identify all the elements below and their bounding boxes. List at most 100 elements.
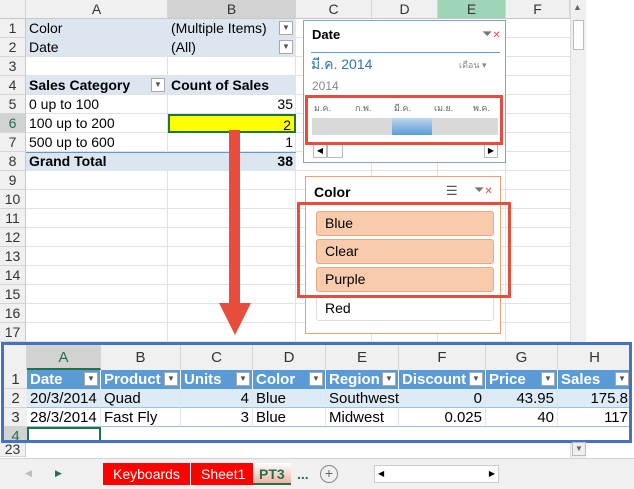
row-header[interactable]: 2	[0, 38, 26, 57]
active-cell[interactable]	[27, 427, 101, 440]
row-header[interactable]: 6	[0, 114, 26, 133]
table-header-color[interactable]: Color ▼	[253, 370, 326, 389]
select-all[interactable]	[4, 345, 27, 370]
table-cell[interactable]: Quad	[101, 389, 181, 408]
table-cell[interactable]: 4	[181, 389, 253, 408]
table-cell[interactable]: Blue	[253, 408, 326, 427]
row-header[interactable]: 7	[0, 133, 26, 152]
filter-dropdown-icon[interactable]: ▼	[84, 372, 98, 386]
table-cell[interactable]: 3	[181, 408, 253, 427]
filter-dropdown-icon[interactable]: ▼	[615, 372, 629, 386]
row-header[interactable]: 3	[0, 57, 26, 76]
header-label: Product	[104, 371, 161, 388]
col-header-a[interactable]: A	[26, 0, 168, 19]
table-cell[interactable]: 117	[558, 408, 629, 427]
add-sheet-icon[interactable]: +	[320, 465, 338, 483]
filter-icon[interactable]: ▼	[279, 21, 293, 35]
row-header[interactable]: 12	[0, 228, 26, 247]
table-cell[interactable]: 175.8	[558, 389, 629, 408]
table-cell[interactable]: 20/3/2014	[27, 389, 101, 408]
row-header[interactable]: 3	[4, 408, 27, 427]
row-header[interactable]: 1	[0, 19, 26, 38]
table-cell[interactable]: Midwest	[326, 408, 399, 427]
clear-filter-icon[interactable]: ⏷✕	[474, 182, 493, 198]
row-header[interactable]: 5	[0, 95, 26, 114]
next-sheet-icon[interactable]: ▶	[55, 468, 62, 479]
clear-filter-icon[interactable]: ⏷✕	[482, 26, 501, 42]
filter-dropdown-icon[interactable]: ▼	[309, 372, 323, 386]
row-header[interactable]: 9	[0, 171, 26, 190]
table-header-product[interactable]: Product ▼	[101, 370, 181, 389]
table-cell[interactable]: Fast Fly	[101, 408, 181, 427]
table-cell[interactable]: 43.95	[486, 389, 558, 408]
row-header[interactable]: 14	[0, 266, 26, 285]
table-header-region[interactable]: Region ▼	[326, 370, 399, 389]
filter-dropdown-icon[interactable]: ▼	[236, 372, 250, 386]
header-label: Region	[329, 371, 380, 388]
slicer-item-red[interactable]: Red	[316, 296, 494, 321]
row-header[interactable]: 17	[0, 323, 26, 342]
scroll-down-icon[interactable]: ▼	[572, 442, 586, 456]
sheet-tab-sheet1[interactable]: Sheet1	[191, 463, 256, 485]
table-cell[interactable]: Southwest	[326, 389, 399, 408]
drilldown-table-window[interactable]: A B C D E F G H 1 2 3 4 Date ▼ Product ▼ Units ▼ Color ▼ Reg…	[1, 342, 632, 443]
col-header-e[interactable]: E	[326, 345, 399, 370]
col-header-b[interactable]: B	[168, 0, 296, 19]
table-cell[interactable]: 0.025	[399, 408, 486, 427]
col-header-c[interactable]: C	[181, 345, 253, 370]
col-header-d[interactable]: D	[253, 345, 326, 370]
table-header-units[interactable]: Units ▼	[181, 370, 253, 389]
horizontal-scrollbar[interactable]: ◀ ▶	[374, 465, 499, 483]
col-header-e[interactable]: E	[438, 0, 506, 19]
table-header-sales[interactable]: Sales ▼	[558, 370, 629, 389]
table-header-date[interactable]: Date ▼	[27, 370, 101, 389]
scroll-right-icon[interactable]: ▶	[489, 469, 495, 478]
table-header-discount[interactable]: Discount ▼	[399, 370, 486, 389]
col-header-c[interactable]: C	[296, 0, 372, 19]
row-header[interactable]: 15	[0, 285, 26, 304]
col-header-f[interactable]: F	[399, 345, 486, 370]
col-header-h[interactable]: H	[558, 345, 629, 370]
row-header[interactable]: 23	[0, 442, 26, 457]
sheet-tab-keyboards[interactable]: Keyboards	[103, 463, 190, 485]
scroll-up-icon[interactable]: ▲	[573, 2, 582, 12]
table-cell[interactable]: Blue	[253, 389, 326, 408]
filter-dropdown-icon[interactable]: ▼	[382, 372, 396, 386]
row-header[interactable]: 13	[0, 247, 26, 266]
dropdown-icon[interactable]: ▼	[151, 78, 165, 92]
row-header[interactable]: 1	[4, 370, 27, 389]
row-header[interactable]: 11	[0, 209, 26, 228]
row-header[interactable]: 10	[0, 190, 26, 209]
scroll-right-icon[interactable]: ▶	[484, 144, 498, 158]
more-sheets[interactable]: ...	[297, 466, 309, 482]
col-header-a[interactable]: A	[27, 345, 101, 370]
prev-sheet-icon[interactable]: ◀	[25, 468, 32, 479]
row-header[interactable]: 2	[4, 389, 27, 408]
table-cell[interactable]: 0	[399, 389, 486, 408]
table-cell[interactable]: 28/3/2014	[27, 408, 101, 427]
timeline-scroll-thumb[interactable]	[327, 144, 343, 158]
sheet-tab-pt3[interactable]: PT3	[253, 463, 291, 485]
col-header-d[interactable]: D	[372, 0, 438, 19]
slicer-title: Date	[312, 27, 341, 42]
multi-select-icon[interactable]: ☰	[446, 183, 458, 199]
time-level-dropdown[interactable]: เดือน ▾	[459, 58, 487, 72]
scroll-left-icon[interactable]: ◀	[313, 144, 327, 158]
filter-dropdown-icon[interactable]: ▼	[469, 372, 483, 386]
dropdown-icon[interactable]: ▼	[279, 40, 293, 54]
filter-value-date[interactable]: (All)	[168, 38, 296, 57]
filter-value-color[interactable]: (Multiple Items)	[168, 19, 296, 38]
filter-dropdown-icon[interactable]: ▼	[164, 372, 178, 386]
select-all[interactable]	[0, 0, 26, 19]
scroll-thumb[interactable]	[573, 20, 584, 50]
table-cell[interactable]: 40	[486, 408, 558, 427]
scroll-left-icon[interactable]: ◀	[378, 469, 384, 478]
col-header-g[interactable]: G	[486, 345, 558, 370]
row-header[interactable]: 4	[0, 76, 26, 95]
row-header[interactable]: 16	[0, 304, 26, 323]
row-header[interactable]: 8	[0, 152, 26, 171]
col-header-f[interactable]: F	[506, 0, 570, 19]
table-header-price[interactable]: Price ▼	[486, 370, 558, 389]
col-header-b[interactable]: B	[101, 345, 181, 370]
filter-dropdown-icon[interactable]: ▼	[541, 372, 555, 386]
